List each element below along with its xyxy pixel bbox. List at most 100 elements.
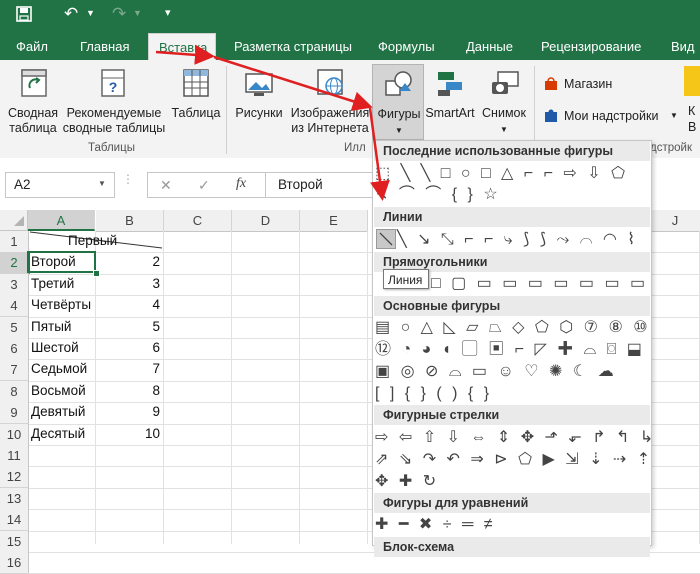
cell-name[interactable]: Десятый — [31, 426, 85, 441]
active-cell-a2[interactable] — [27, 251, 96, 273]
recent-shapes-row[interactable]: ⬚ ╲ ╲ □ ○ □ △ ⌐ ⌐ ⇨ ⇩ ⬠ — [375, 163, 628, 185]
lines-row[interactable]: ╲ ↘ ⤡ ⌐ ⌐ ⤷ ⟆ ⟆ ⤳ ⌒ ◠ ⌇ — [397, 229, 638, 251]
row-header[interactable]: 13 — [0, 488, 29, 510]
title-bar: ↶ ▼ ↷ ▼ ▾ — [0, 0, 700, 32]
cell-number[interactable]: 6 — [96, 340, 160, 355]
tab-formulas[interactable]: Формулы — [378, 39, 435, 54]
insert-function-icon[interactable]: fx — [236, 176, 246, 192]
line-shape-selected[interactable] — [376, 229, 396, 249]
block-arrows-row[interactable]: ⇨ ⇦ ⇧ ⇩ ⇔ ⇕ ✥ ⬏ ⬐ ↱ ↰ ↳ — [375, 427, 656, 449]
tab-insert[interactable]: Вставка — [148, 33, 216, 62]
column-header-b[interactable]: B — [96, 210, 164, 232]
redo-icon[interactable]: ↷ — [112, 4, 126, 24]
row-header[interactable]: 14 — [0, 509, 29, 531]
cell-number[interactable]: 10 — [96, 426, 160, 441]
block-arrows-row[interactable]: ⇗ ⇘ ↷ ↶ ⇒ ⊳ ⬠ ▶ ⇲ ⇣ ⇢ ⇡ — [375, 449, 653, 471]
row-header[interactable]: 9 — [0, 402, 29, 424]
online-pictures-button[interactable]: Изображения из Интернета — [288, 64, 372, 140]
store-button[interactable]: Магазин — [540, 74, 660, 96]
basic-shapes-row[interactable]: ⑫ ◔ ◕ ◖ ▢ ▣ ⌐ ◸ ✚ ⌓ ⌼ ⬓ — [375, 339, 645, 361]
my-addins-button[interactable]: Мои надстройки ▼ — [540, 106, 680, 128]
undo-icon[interactable]: ↶ — [64, 4, 78, 24]
basic-shapes-row[interactable]: ▤ ○ △ ◺ ▱ ⏢ ◇ ⬠ ⬡ ⑦ ⑧ ⑩ — [375, 317, 651, 339]
screenshot-button[interactable]: Снимок ▼ — [476, 64, 532, 140]
recent-shapes-row[interactable]: ↖ ⌒ ⌒ { } ☆ — [375, 184, 501, 206]
cell-name[interactable]: Четвёрты — [31, 297, 91, 312]
pictures-button[interactable]: Рисунки — [230, 64, 288, 140]
shapes-button[interactable]: Фигуры ▼ — [372, 64, 424, 140]
row-header[interactable]: 12 — [0, 466, 29, 488]
tab-page-layout[interactable]: Разметка страницы — [234, 39, 352, 54]
row-header[interactable]: 1 — [0, 231, 29, 253]
shapes-icon — [385, 71, 412, 96]
row-header[interactable]: 10 — [0, 424, 29, 446]
cell-number[interactable]: 4 — [96, 297, 160, 312]
screenshot-dropdown-icon: ▼ — [500, 125, 508, 134]
section-block-arrows: Фигурные стрелки — [374, 405, 650, 425]
row-header[interactable]: 2 — [0, 252, 30, 274]
select-all-icon — [14, 216, 24, 226]
cell-number[interactable]: 2 — [96, 254, 160, 269]
column-header-j[interactable]: J — [650, 210, 700, 232]
tab-review[interactable]: Рецензирование — [541, 39, 641, 54]
recommended-pivot-button[interactable]: ? Рекомендуемые сводные таблицы — [62, 64, 166, 140]
basic-shapes-row[interactable]: ▣ ◎ ⊘ ⌓ ▭ ☺ ♡ ✺ ☾ ☁ — [375, 361, 617, 383]
cancel-icon[interactable]: ✕ — [160, 177, 172, 194]
tab-view[interactable]: Вид — [671, 39, 695, 54]
row-header[interactable]: 5 — [0, 317, 29, 339]
equation-shapes-row[interactable]: ✚ ━ ✖ ÷ ═ ≠ — [375, 514, 496, 536]
row-header[interactable]: 7 — [0, 359, 29, 381]
cell-number[interactable]: 9 — [96, 404, 160, 419]
tab-file[interactable]: Файл — [16, 39, 48, 54]
row-header[interactable]: 11 — [0, 445, 29, 467]
block-arrows-row[interactable]: ✥ ✚ ↻ — [375, 471, 439, 493]
screenshot-icon — [492, 71, 519, 94]
undo-dropdown-icon[interactable]: ▼ — [86, 8, 95, 18]
name-box[interactable]: A2 ▼ — [5, 172, 115, 198]
cell-name[interactable]: Седьмой — [31, 361, 87, 376]
row-header[interactable]: 16 — [0, 552, 29, 574]
column-header-a[interactable]: A — [28, 210, 95, 231]
basic-shapes-row[interactable]: [ ] { } ( ) { } — [375, 383, 492, 405]
table-button[interactable]: Таблица — [168, 64, 224, 140]
cell-name[interactable]: Шестой — [31, 340, 79, 355]
my-addins-dropdown-icon[interactable]: ▼ — [670, 111, 678, 120]
fill-handle[interactable] — [93, 270, 100, 277]
cell-name[interactable]: Девятый — [31, 404, 85, 419]
column-header-c[interactable]: C — [164, 210, 232, 232]
redo-dropdown-icon[interactable]: ▼ — [133, 8, 142, 18]
cell-name[interactable]: Третий — [31, 276, 74, 291]
recommended-pivot-label: Рекомендуемые сводные таблицы — [62, 106, 166, 135]
customize-qat-icon[interactable]: ▾ — [165, 6, 171, 19]
shapes-dropdown-icon: ▼ — [395, 126, 403, 135]
rectangles-row[interactable]: □ ▢ ▭ ▭ ▭ ▭ ▭ ▭ ▭ — [431, 273, 648, 295]
column-header-d[interactable]: D — [232, 210, 300, 232]
name-box-dropdown-icon[interactable]: ▼ — [98, 179, 106, 188]
row-header[interactable]: 8 — [0, 381, 29, 403]
ribbon-cut-label-1: К — [688, 104, 696, 118]
recommended-pivot-icon: ? — [101, 69, 125, 97]
cell-number[interactable]: 8 — [96, 383, 160, 398]
cell-name[interactable]: Восьмой — [31, 383, 86, 398]
row-header[interactable]: 15 — [0, 531, 29, 553]
smartart-button[interactable]: SmartArt — [424, 64, 476, 140]
save-icon[interactable] — [16, 6, 32, 26]
cell-name[interactable]: Пятый — [31, 319, 71, 334]
cell-number[interactable]: 3 — [96, 276, 160, 291]
cell-number[interactable]: 7 — [96, 361, 160, 376]
column-header-e[interactable]: E — [300, 210, 368, 232]
select-all-corner[interactable] — [0, 210, 28, 231]
cell-number[interactable]: 5 — [96, 319, 160, 334]
tab-home[interactable]: Главная — [80, 39, 129, 54]
enter-icon[interactable]: ✓ — [198, 177, 210, 194]
formula-input[interactable]: Второй — [265, 172, 377, 198]
pivot-table-button[interactable]: Сводная таблица — [4, 64, 62, 140]
online-pictures-icon — [317, 69, 343, 95]
row-header[interactable]: 4 — [0, 295, 29, 317]
tab-data[interactable]: Данные — [466, 39, 513, 54]
row-header[interactable]: 6 — [0, 338, 29, 360]
smartart-label: SmartArt — [425, 106, 475, 120]
gridline — [231, 231, 232, 544]
row-header[interactable]: 3 — [0, 274, 29, 296]
gridline — [163, 231, 164, 544]
